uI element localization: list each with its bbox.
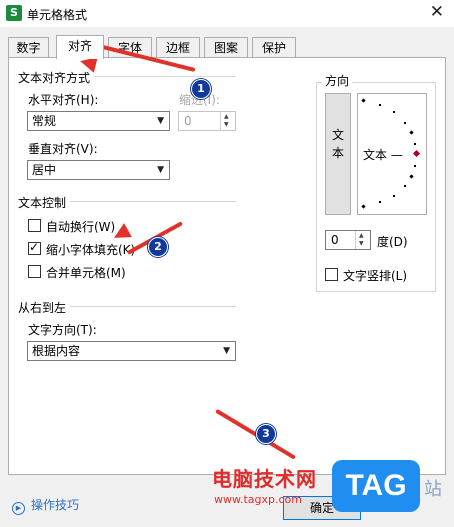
chevron-down-icon[interactable]: ▼ bbox=[359, 241, 364, 247]
degree-spinner[interactable]: 0 ▲ ▼ bbox=[325, 230, 371, 250]
tab-number[interactable]: 数字 bbox=[8, 37, 49, 57]
wrap-text-checkbox[interactable] bbox=[28, 219, 41, 232]
watermark-site-name: 电脑技术网 bbox=[212, 467, 317, 491]
degree-label: 度(D) bbox=[377, 235, 408, 249]
app-logo-icon: S bbox=[6, 5, 22, 21]
step-badge-2: 2 bbox=[148, 237, 168, 257]
vertical-align-value: 居中 bbox=[32, 163, 57, 177]
tips-link[interactable]: ▶ 操作技巧 bbox=[12, 496, 79, 515]
text-control-section-title: 文本控制 bbox=[18, 196, 67, 210]
text-direction-select[interactable]: 根据内容 ▼ bbox=[27, 341, 236, 361]
tab-alignment[interactable]: 对齐 bbox=[56, 35, 104, 59]
shrink-to-fit-checkbox[interactable]: ✓ bbox=[28, 240, 41, 255]
orientation-dial[interactable]: 文本 — bbox=[357, 93, 427, 215]
indent-spinner[interactable]: 0 ▲ ▼ bbox=[178, 111, 236, 131]
vertical-align-label: 垂直对齐(V): bbox=[28, 142, 98, 156]
chevron-up-icon[interactable]: ▲ bbox=[359, 233, 364, 239]
tab-protection[interactable]: 保护 bbox=[252, 37, 296, 57]
chevron-down-icon: ▼ bbox=[157, 116, 164, 126]
tab-pattern[interactable]: 图案 bbox=[204, 37, 248, 57]
watermark-url: www.tagxp.com bbox=[214, 493, 302, 506]
chevron-up-icon[interactable]: ▲ bbox=[224, 114, 229, 120]
title-bar: S 单元格格式 ✕ bbox=[0, 0, 454, 27]
watermark-suffix: 站 bbox=[424, 479, 442, 500]
text-direction-label: 文字方向(T): bbox=[28, 323, 97, 337]
horizontal-align-value: 常规 bbox=[32, 114, 57, 128]
section-divider bbox=[94, 76, 236, 77]
merge-cells-checkbox[interactable] bbox=[28, 265, 41, 278]
vertical-align-select[interactable]: 居中 ▼ bbox=[27, 160, 170, 180]
indent-stepper[interactable]: ▲ ▼ bbox=[220, 112, 235, 130]
tips-label: 操作技巧 bbox=[31, 498, 80, 512]
tab-border[interactable]: 边框 bbox=[156, 37, 200, 57]
close-icon[interactable]: ✕ bbox=[430, 2, 444, 22]
chevron-down-icon: ▼ bbox=[157, 165, 164, 175]
section-divider bbox=[70, 201, 236, 202]
chevron-down-icon[interactable]: ▼ bbox=[224, 122, 229, 128]
dial-text-sample: 文本 — bbox=[363, 148, 403, 162]
vertical-text-label: 文本 bbox=[331, 128, 344, 160]
indent-value: 0 bbox=[184, 114, 192, 128]
watermark-logo: TAG bbox=[332, 460, 420, 512]
vertical-text-button[interactable]: 文本 bbox=[325, 93, 351, 215]
step-badge-3: 3 bbox=[256, 424, 276, 444]
merge-cells-label[interactable]: 合并单元格(M) bbox=[46, 264, 126, 281]
vertical-stack-label[interactable]: 文字竖排(L) bbox=[343, 267, 407, 284]
degree-stepper[interactable]: ▲ ▼ bbox=[355, 231, 370, 249]
degree-value: 0 bbox=[331, 233, 339, 247]
section-divider bbox=[70, 306, 236, 307]
orientation-title: 方向 bbox=[322, 72, 353, 89]
step-badge-1: 1 bbox=[191, 79, 211, 99]
horizontal-align-select[interactable]: 常规 ▼ bbox=[27, 111, 170, 131]
play-icon: ▶ bbox=[12, 502, 25, 515]
chevron-down-icon: ▼ bbox=[223, 346, 230, 356]
wrap-text-label[interactable]: 自动换行(W) bbox=[46, 218, 115, 235]
alignment-section-title: 文本对齐方式 bbox=[18, 71, 91, 85]
dialog-title: 单元格格式 bbox=[27, 8, 88, 22]
checkmark-icon: ✓ bbox=[29, 240, 40, 254]
rtl-section-title: 从右到左 bbox=[18, 301, 67, 315]
vertical-stack-checkbox[interactable] bbox=[325, 268, 338, 281]
text-direction-value: 根据内容 bbox=[32, 344, 81, 358]
shrink-to-fit-label[interactable]: 缩小字体填充(K) bbox=[46, 241, 135, 258]
horizontal-align-label: 水平对齐(H): bbox=[28, 93, 99, 107]
